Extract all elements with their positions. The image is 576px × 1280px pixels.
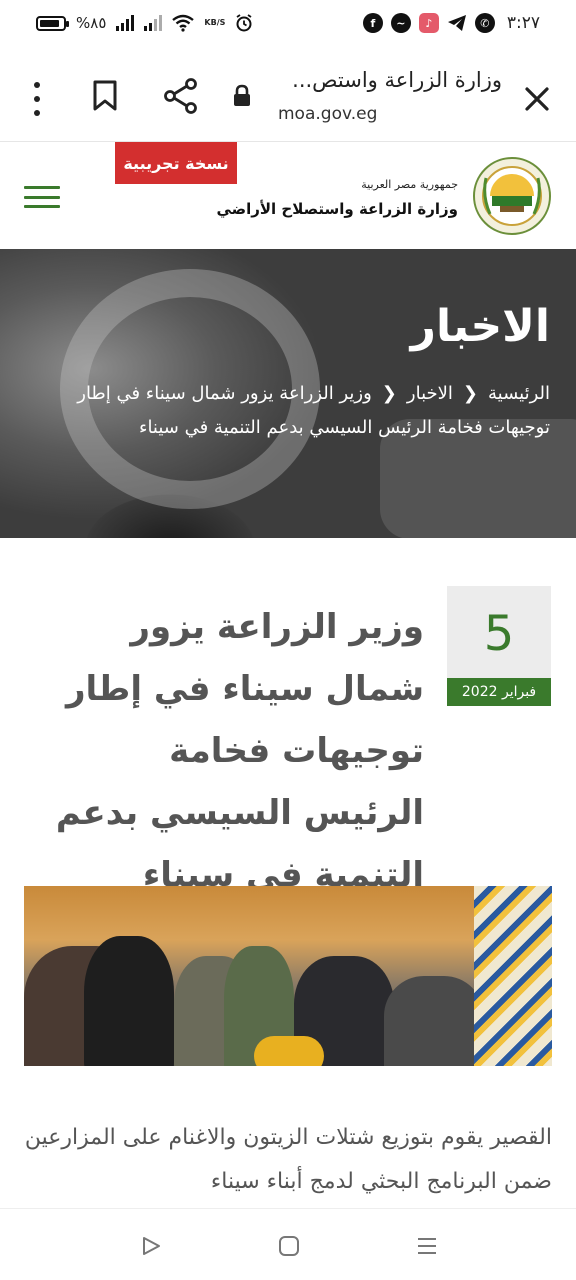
article-body: القصير يقوم بتوزيع شتلات الزيتون والاغنا… [24,1125,552,1194]
chevron-left-icon: ❮ [381,383,397,404]
article-date: 5 فبراير 2022 [447,586,551,706]
facebook-icon: f [362,13,383,33]
status-bar: %٨٥ KB/S f ~ ♪ ✆ ٣:٢٧ [0,0,576,52]
network-speed: KB/S [204,18,226,27]
article-title: وزير الزراعة يزور شمال سيناء في إطار توج… [55,607,424,895]
breadcrumb-home[interactable]: الرئيسية [488,383,550,404]
battery-fill [40,19,59,27]
telegram-icon [447,15,466,31]
wifi-icon [172,14,195,32]
status-right: f ~ ♪ ✆ ٣:٢٧ [362,13,540,33]
government-name: جمهورية مصر العربية [361,178,458,191]
close-icon[interactable] [520,82,554,116]
messenger-icon: ~ [390,13,411,33]
home-icon[interactable] [278,1235,300,1257]
alarm-icon [236,14,252,32]
hamburger-menu-icon[interactable] [24,186,60,208]
breadcrumb-section[interactable]: الاخبار [407,383,453,404]
bookmark-icon[interactable] [92,80,118,112]
date-month-year: فبراير 2022 [447,678,551,706]
system-nav-bar [0,1208,576,1280]
browser-toolbar: وزارة الزراعة واستص... moa.gov.eg [0,52,576,142]
url-bar[interactable]: moa.gov.eg [278,104,377,124]
breadcrumb: الرئيسية ❮ الاخبار ❮وزير الزراعة يزور شمال … [20,377,550,445]
whatsapp-icon: ✆ [474,13,495,33]
section-title: الاخبار [410,301,550,352]
breadcrumb-current: وزير الزراعة يزور شمال سيناء في إطار توج… [77,383,550,438]
date-day: 5 [483,606,515,662]
chevron-left-icon: ❮ [462,383,478,404]
music-icon: ♪ [418,13,439,33]
hero-banner: الاخبار الرئيسية ❮ الاخبار ❮وزير الزراعة يز… [0,249,576,538]
battery-icon [36,15,69,31]
status-left: %٨٥ KB/S [36,14,253,32]
trial-version-badge: نسخة تجريبية [115,142,237,184]
share-icon[interactable] [164,78,198,114]
signal-2-icon [144,15,163,31]
clock: ٣:٢٧ [506,13,540,33]
ministry-name[interactable]: وزارة الزراعة واستصلاح الأراضي [216,200,458,218]
site-header: نسخة تجريبية جمهورية مصر العربية وزارة ا… [0,142,576,248]
recent-apps-icon[interactable] [416,1235,438,1257]
back-icon[interactable] [140,1235,162,1257]
signal-1-icon [116,15,135,31]
lock-icon [234,84,250,106]
page-title-tab[interactable]: وزارة الزراعة واستص... [278,68,502,92]
more-options-icon[interactable] [22,82,52,116]
battery-percent: %٨٥ [76,14,107,32]
ministry-logo-icon[interactable] [472,156,552,236]
article-image[interactable] [24,886,552,1066]
